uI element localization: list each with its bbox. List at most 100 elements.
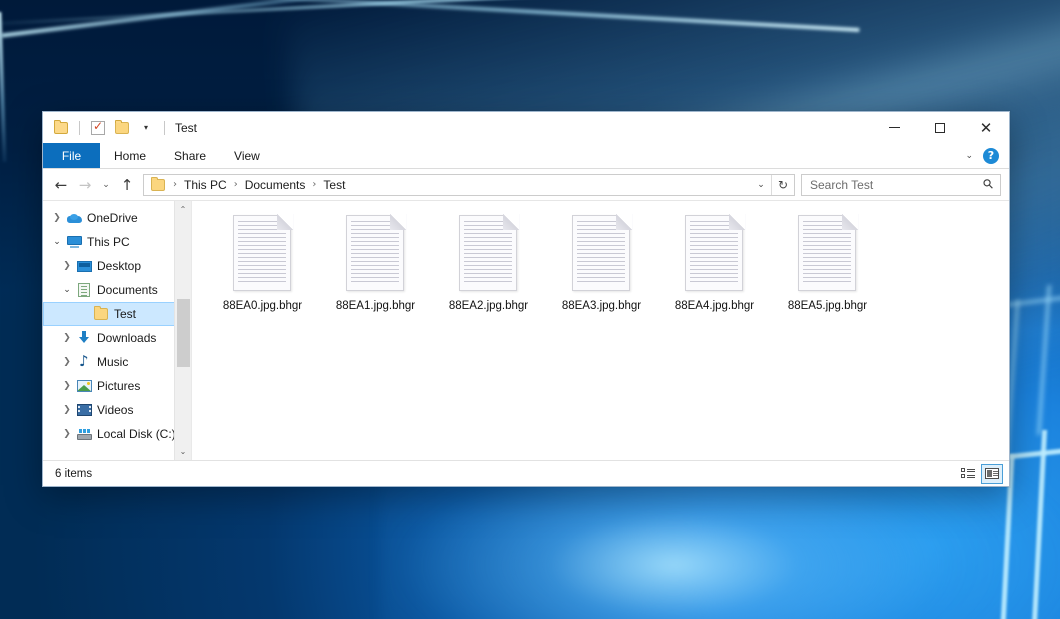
file-item[interactable]: 88EA5.jpg.bhgr <box>771 213 884 339</box>
tab-view[interactable]: View <box>220 143 274 168</box>
address-right-controls: ⌄ ↻ <box>751 175 794 195</box>
disk-icon <box>75 429 93 440</box>
downloads-icon <box>75 331 93 345</box>
scroll-down-button[interactable]: ⌄ <box>175 443 192 460</box>
breadcrumb-separator: › <box>306 179 322 190</box>
address-dropdown-button[interactable]: ⌄ <box>751 175 771 195</box>
status-bar: 6 items <box>43 460 1009 486</box>
breadcrumb-item-documents[interactable]: Documents <box>244 178 307 192</box>
sidebar-item-pictures[interactable]: ❯ Pictures <box>43 374 191 398</box>
chevron-right-icon[interactable]: ❯ <box>59 357 75 367</box>
chevron-up-icon: ⌃ <box>180 205 187 214</box>
qat-properties-button[interactable] <box>88 118 108 138</box>
title-bar: ▾ Test ✕ <box>43 112 1009 143</box>
up-button[interactable]: ↑ <box>115 173 139 197</box>
address-bar-row: ← → ⌄ ↑ › This PC › Documents › Test <box>43 169 1009 200</box>
sidebar-item-onedrive[interactable]: ❯ OneDrive <box>43 206 191 230</box>
chevron-right-icon[interactable]: ❯ <box>59 405 75 415</box>
sidebar-item-documents[interactable]: ⌄ Documents <box>43 278 191 302</box>
sidebar-item-label: OneDrive <box>87 211 138 225</box>
sidebar-item-label: Desktop <box>97 259 141 273</box>
sidebar-item-label: Local Disk (C:) <box>97 427 176 441</box>
file-list-pane[interactable]: 88EA0.jpg.bhgr 88EA1.jpg.bhgr <box>191 201 1009 460</box>
sidebar-item-label: Documents <box>97 283 158 297</box>
chevron-down-icon: ⌄ <box>180 447 187 456</box>
qat-new-folder-button[interactable] <box>112 118 132 138</box>
refresh-button[interactable]: ↻ <box>771 175 794 195</box>
file-item[interactable]: 88EA1.jpg.bhgr <box>319 213 432 339</box>
recent-locations-button[interactable]: ⌄ <box>97 173 115 197</box>
minimize-button[interactable] <box>871 112 917 143</box>
qat-separator <box>164 121 165 135</box>
forward-button[interactable]: → <box>73 173 97 197</box>
scroll-up-button[interactable]: ⌃ <box>175 201 192 218</box>
item-count-label: 6 items <box>55 468 92 480</box>
computer-icon <box>65 236 83 248</box>
chevron-down-icon: ⌄ <box>102 180 110 190</box>
tab-file[interactable]: File <box>43 143 100 168</box>
breadcrumb-item-test[interactable]: Test <box>322 178 346 192</box>
address-bar[interactable]: › This PC › Documents › Test ⌄ ↻ <box>143 174 795 196</box>
minimize-icon <box>889 127 900 128</box>
generic-document-icon <box>233 215 293 293</box>
chevron-right-icon[interactable]: ❯ <box>59 333 75 343</box>
tab-share[interactable]: Share <box>160 143 220 168</box>
sidebar-item-music[interactable]: ❯ Music <box>43 350 191 374</box>
chevron-right-icon[interactable]: ❯ <box>59 429 75 439</box>
sidebar-item-label: Music <box>97 355 128 369</box>
close-button[interactable]: ✕ <box>963 112 1009 143</box>
file-item[interactable]: 88EA3.jpg.bhgr <box>545 213 658 339</box>
sidebar-item-label: Downloads <box>97 331 156 345</box>
music-icon <box>75 355 93 369</box>
file-item[interactable]: 88EA4.jpg.bhgr <box>658 213 771 339</box>
sidebar-item-this-pc[interactable]: ⌄ This PC <box>43 230 191 254</box>
search-input[interactable] <box>810 178 984 192</box>
large-icons-view-button[interactable] <box>981 464 1003 484</box>
details-view-button[interactable] <box>957 464 979 484</box>
breadcrumb-separator: › <box>167 179 183 190</box>
generic-document-icon <box>685 215 745 293</box>
chevron-down-icon[interactable]: ⌄ <box>49 237 65 247</box>
sidebar-item-videos[interactable]: ❯ Videos <box>43 398 191 422</box>
navigation-scrollbar[interactable]: ⌃ ⌄ <box>174 201 191 460</box>
sidebar-item-label: Videos <box>97 403 133 417</box>
scrollbar-thumb[interactable] <box>177 299 190 367</box>
wallpaper-window-mullion <box>1032 430 1047 619</box>
sidebar-item-test[interactable]: Test <box>43 302 191 326</box>
chevron-right-icon[interactable]: ❯ <box>49 213 65 223</box>
scrollbar-track[interactable] <box>175 218 192 443</box>
maximize-button[interactable] <box>917 112 963 143</box>
chevron-right-icon[interactable]: ❯ <box>59 381 75 391</box>
sidebar-item-downloads[interactable]: ❯ Downloads <box>43 326 191 350</box>
qat-separator <box>79 121 80 135</box>
chevron-right-icon[interactable]: ❯ <box>59 261 75 271</box>
back-button[interactable]: ← <box>49 173 73 197</box>
generic-document-icon <box>798 215 858 293</box>
search-box[interactable]: ⚲ <box>801 174 1001 196</box>
help-button[interactable]: ? <box>983 148 999 164</box>
qat-folder-button[interactable] <box>51 118 71 138</box>
large-icons-view-icon <box>985 468 999 479</box>
ribbon-right-controls: ⌄ ? <box>965 143 1009 168</box>
sidebar-item-local-disk-c[interactable]: ❯ Local Disk (C:) <box>43 422 191 446</box>
file-name-label: 88EA1.jpg.bhgr <box>336 299 415 313</box>
details-view-icon <box>961 468 975 479</box>
arrow-up-icon: ↑ <box>121 176 134 194</box>
breadcrumb-item-this-pc[interactable]: This PC <box>183 178 228 192</box>
chevron-down-icon[interactable]: ⌄ <box>59 285 75 295</box>
file-item[interactable]: 88EA0.jpg.bhgr <box>206 213 319 339</box>
expand-ribbon-button[interactable]: ⌄ <box>965 151 973 161</box>
sidebar-item-label: Test <box>114 307 136 321</box>
file-name-label: 88EA0.jpg.bhgr <box>223 299 302 313</box>
tab-home[interactable]: Home <box>100 143 160 168</box>
file-name-label: 88EA5.jpg.bhgr <box>788 299 867 313</box>
sidebar-item-desktop[interactable]: ❯ Desktop <box>43 254 191 278</box>
file-item[interactable]: 88EA2.jpg.bhgr <box>432 213 545 339</box>
wallpaper-window-mullion <box>1037 285 1051 435</box>
qat-customize-button[interactable]: ▾ <box>136 118 156 138</box>
arrow-right-icon: → <box>79 176 92 194</box>
arrow-left-icon: ← <box>55 176 68 194</box>
explorer-body: ❯ OneDrive ⌄ This PC ❯ Desktop <box>43 200 1009 460</box>
breadcrumb-separator: › <box>228 179 244 190</box>
new-folder-icon <box>115 122 129 134</box>
